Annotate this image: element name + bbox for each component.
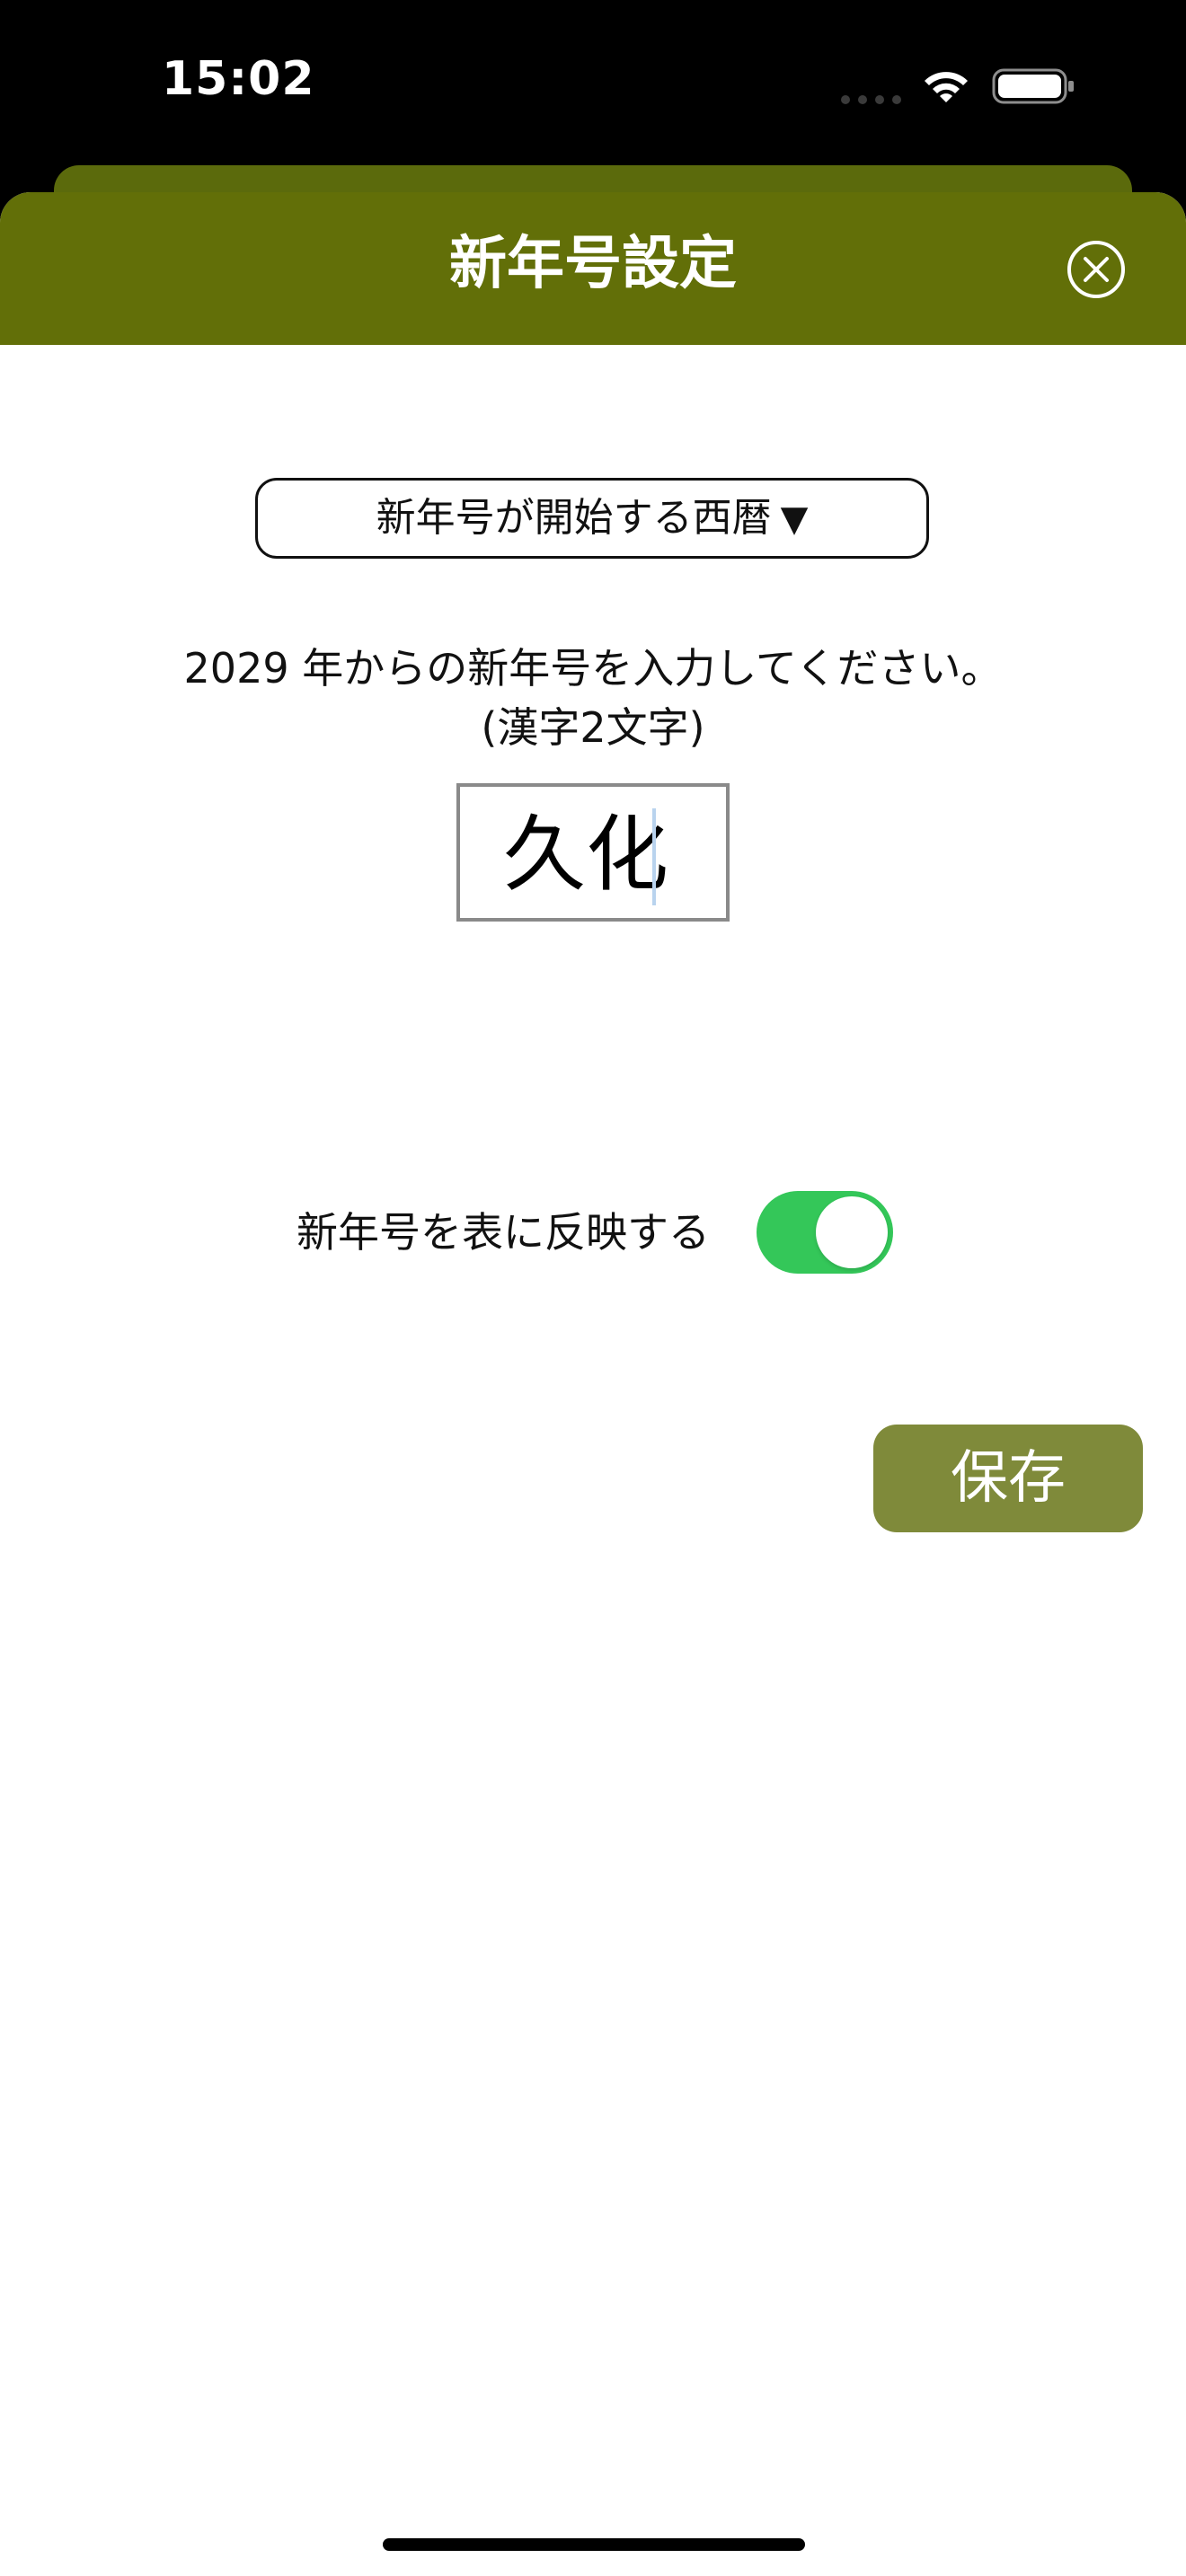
status-bar: 15:02: [0, 0, 1186, 171]
home-indicator[interactable]: [383, 2538, 805, 2551]
page-title: 新年号設定: [449, 231, 737, 297]
status-time: 15:02: [162, 52, 315, 106]
battery-icon: [992, 68, 1074, 104]
instruction-note: (漢字2文字): [481, 703, 705, 752]
start-year-dropdown[interactable]: 新年号が開始する西暦 ▼: [255, 478, 929, 559]
era-name-value: 久化: [503, 807, 669, 903]
reflect-toggle-label: 新年号を表に反映する: [296, 1208, 710, 1257]
wifi-icon: [925, 72, 968, 102]
instruction-text: 2029 年からの新年号を入力してください。: [183, 644, 1003, 693]
dropdown-arrow-icon: ▼: [780, 498, 809, 540]
cellular-dots-icon: [841, 95, 901, 104]
start-year-dropdown-label: 新年号が開始する西暦: [376, 495, 772, 541]
era-name-input[interactable]: 久化: [456, 783, 730, 922]
era-settings-sheet: 新年号設定 新年号が開始する西暦 ▼ 2029 年からの新年号を入力してください。…: [0, 192, 1186, 2576]
toggle-knob: [816, 1196, 888, 1268]
save-button[interactable]: 保存: [873, 1425, 1143, 1532]
reflect-toggle[interactable]: [757, 1191, 893, 1274]
close-icon[interactable]: [1066, 239, 1127, 300]
sheet-header: 新年号設定: [0, 192, 1186, 345]
text-caret: [652, 808, 656, 905]
phone-screen: 15:02 新年号設定 新年号が開始する西暦 ▼ 2029 年からの新年号を入力…: [0, 0, 1186, 2576]
